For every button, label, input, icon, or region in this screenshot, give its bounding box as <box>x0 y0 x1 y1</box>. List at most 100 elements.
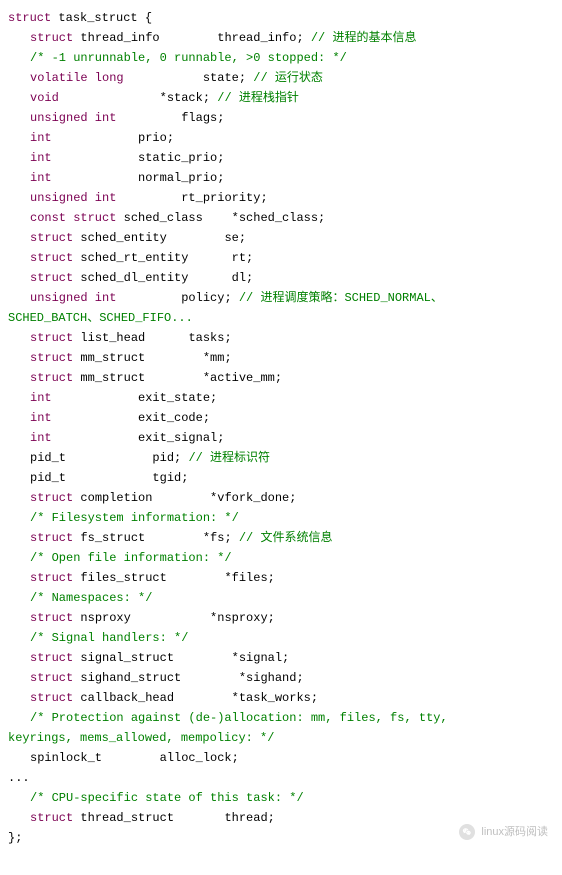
code-token: normal_prio; <box>52 171 225 185</box>
code-token: sighand_struct *sighand; <box>73 671 303 685</box>
code-line: unsigned int policy; // 进程调度策略：SCHED_NOR… <box>8 288 554 308</box>
code-line: struct mm_struct *mm; <box>8 348 554 368</box>
code-token: callback_head *task_works; <box>73 691 318 705</box>
code-token: static_prio; <box>52 151 225 165</box>
code-line: int exit_signal; <box>8 428 554 448</box>
code-token: // 进程调度策略：SCHED_NORMAL、 <box>239 291 443 305</box>
code-line: pid_t pid; // 进程标识符 <box>8 448 554 468</box>
code-line: volatile long state; // 运行状态 <box>8 68 554 88</box>
wechat-icon <box>459 824 475 840</box>
code-line: struct files_struct *files; <box>8 568 554 588</box>
code-token: files_struct *files; <box>73 571 275 585</box>
code-line: /* Open file information: */ <box>8 548 554 568</box>
code-token: /* CPU-specific state of this task: */ <box>30 791 304 805</box>
code-line: struct sched_entity se; <box>8 228 554 248</box>
code-token: struct <box>30 231 73 245</box>
code-line: /* CPU-specific state of this task: */ <box>8 788 554 808</box>
code-token: struct <box>30 31 73 45</box>
code-token: nsproxy *nsproxy; <box>73 611 275 625</box>
code-line: /* Signal handlers: */ <box>8 628 554 648</box>
code-token: flags; <box>116 111 224 125</box>
code-token: sched_class *sched_class; <box>116 211 325 225</box>
code-token: sched_dl_entity dl; <box>73 271 253 285</box>
code-line: void *stack; // 进程栈指针 <box>8 88 554 108</box>
code-token: fs_struct *fs; <box>73 531 239 545</box>
code-token: struct <box>30 371 73 385</box>
code-token: policy; <box>116 291 238 305</box>
code-token: struct <box>30 531 73 545</box>
code-token: sched_entity se; <box>73 231 246 245</box>
code-token: int <box>30 411 52 425</box>
watermark: linux源码阅读 <box>459 822 548 842</box>
code-line: struct mm_struct *active_mm; <box>8 368 554 388</box>
code-line: spinlock_t alloc_lock; <box>8 748 554 768</box>
code-token: completion *vfork_done; <box>73 491 296 505</box>
code-line: const struct sched_class *sched_class; <box>8 208 554 228</box>
code-line: int exit_code; <box>8 408 554 428</box>
code-token: unsigned int <box>30 291 116 305</box>
code-token: struct <box>30 691 73 705</box>
code-line: struct signal_struct *signal; <box>8 648 554 668</box>
code-line: unsigned int flags; <box>8 108 554 128</box>
code-line: struct callback_head *task_works; <box>8 688 554 708</box>
code-token: // 文件系统信息 <box>239 531 333 545</box>
code-token: struct <box>30 491 73 505</box>
code-token: mm_struct *active_mm; <box>73 371 282 385</box>
code-token: }; <box>8 831 22 845</box>
code-block: struct task_struct {struct thread_info t… <box>8 8 554 848</box>
code-line: unsigned int rt_priority; <box>8 188 554 208</box>
code-line: struct completion *vfork_done; <box>8 488 554 508</box>
code-token: thread_info thread_info; <box>73 31 311 45</box>
code-token: // 进程的基本信息 <box>311 31 417 45</box>
code-token: struct <box>30 351 73 365</box>
code-token: state; <box>124 71 254 85</box>
code-token: /* -1 unrunnable, 0 runnable, >0 stopped… <box>30 51 347 65</box>
code-token: pid_t tgid; <box>30 471 188 485</box>
code-token: exit_code; <box>52 411 210 425</box>
code-token: spinlock_t alloc_lock; <box>30 751 239 765</box>
code-token: ... <box>8 771 30 785</box>
code-token: keyrings, mems_allowed, mempolicy: */ <box>8 731 274 745</box>
code-line: struct fs_struct *fs; // 文件系统信息 <box>8 528 554 548</box>
code-token: /* Filesystem information: */ <box>30 511 239 525</box>
code-token: int <box>30 431 52 445</box>
code-line: struct list_head tasks; <box>8 328 554 348</box>
code-token: mm_struct *mm; <box>73 351 231 365</box>
code-token: /* Open file information: */ <box>30 551 232 565</box>
code-line: struct sighand_struct *sighand; <box>8 668 554 688</box>
code-token: *stack; <box>59 91 217 105</box>
code-token: exit_state; <box>52 391 218 405</box>
code-token: thread_struct thread; <box>73 811 275 825</box>
code-line: int normal_prio; <box>8 168 554 188</box>
code-token: /* Namespaces: */ <box>30 591 152 605</box>
code-token: // 进程栈指针 <box>217 91 299 105</box>
code-token: prio; <box>52 131 174 145</box>
code-line: struct sched_dl_entity dl; <box>8 268 554 288</box>
code-line: int prio; <box>8 128 554 148</box>
code-token: /* Signal handlers: */ <box>30 631 188 645</box>
code-line: struct task_struct { <box>8 8 554 28</box>
code-token: list_head tasks; <box>73 331 231 345</box>
watermark-text: linux源码阅读 <box>481 822 548 842</box>
code-token: unsigned int <box>30 111 116 125</box>
code-token: const struct <box>30 211 116 225</box>
code-token: struct <box>30 611 73 625</box>
code-line: int exit_state; <box>8 388 554 408</box>
code-token: int <box>30 391 52 405</box>
code-token: sched_rt_entity rt; <box>73 251 253 265</box>
code-line: int static_prio; <box>8 148 554 168</box>
code-token: int <box>30 171 52 185</box>
code-line: /* Filesystem information: */ <box>8 508 554 528</box>
code-line: struct thread_info thread_info; // 进程的基本… <box>8 28 554 48</box>
code-token: struct <box>8 11 51 25</box>
code-token: signal_struct *signal; <box>73 651 289 665</box>
code-token: struct <box>30 651 73 665</box>
code-token: struct <box>30 251 73 265</box>
code-token: // 运行状态 <box>253 71 323 85</box>
code-line: ... <box>8 768 554 788</box>
code-token: SCHED_BATCH、SCHED_FIFO... <box>8 311 193 325</box>
code-line: /* Namespaces: */ <box>8 588 554 608</box>
code-token: // 进程标识符 <box>188 451 270 465</box>
code-token: struct <box>30 571 73 585</box>
code-line: struct nsproxy *nsproxy; <box>8 608 554 628</box>
